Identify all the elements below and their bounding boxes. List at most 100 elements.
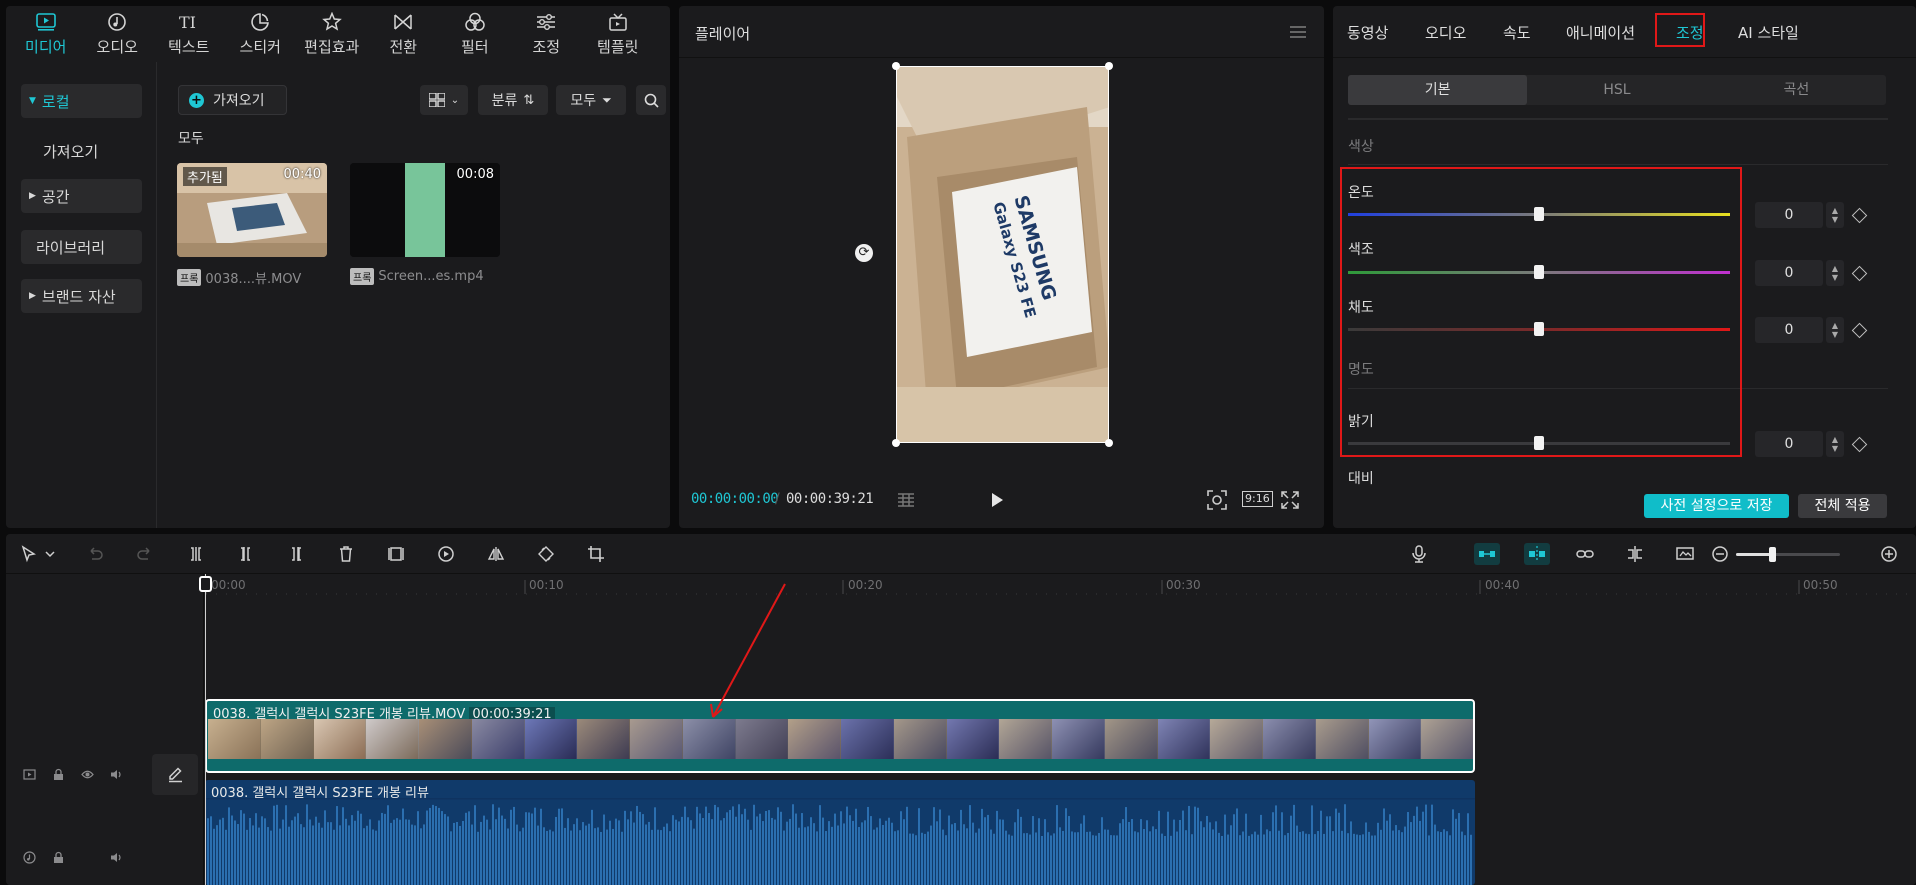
subtab-curves[interactable]: 곡선 [1707,75,1886,105]
player-viewport[interactable]: SAMSUNG Galaxy S23 FE ⟳ [679,58,1324,473]
video-frame-image: SAMSUNG Galaxy S23 FE [897,67,1108,442]
temperature-stepper[interactable]: ▲ ▼ [1826,202,1844,228]
tab-speed[interactable]: 속도 [1503,22,1531,43]
thumbnail-settings-icon[interactable] [1674,543,1696,565]
tab-audio-settings[interactable]: 오디오 [1425,22,1466,43]
redo-icon[interactable] [134,543,156,565]
menu-icon[interactable] [1290,26,1306,38]
apply-all-button[interactable]: 전체 적용 [1798,494,1887,518]
aspect-ratio-button[interactable]: 9:16 [1242,491,1273,507]
zoom-in-icon[interactable] [1878,543,1900,565]
rotate-icon[interactable]: ⟳ [855,244,873,262]
delete-icon[interactable] [335,543,357,565]
tab-audio[interactable]: 오디오 [82,6,154,62]
media-side-nav: ▼ 로컬 가져오기 ▶ 공간 라이브러리 ▶ 브랜드 자산 [6,62,157,528]
select-tool-icon[interactable] [18,543,40,565]
media-caption: 프록 Screen...es.mp4 [350,268,484,285]
mirror-icon[interactable] [485,543,507,565]
main-track-magnet-icon[interactable] [1474,543,1500,565]
media-panel: 미디어 오디오 TI 텍스트 스티커 편집효과 전환 필터 조정 템플릿 ▼ 로… [6,6,670,528]
tint-stepper[interactable]: ▲ ▼ [1826,260,1844,286]
timeline-tracks[interactable]: 00:00 00:10 00:20 00:30 00:40 00:50 0038… [199,574,1916,885]
saturation-value-input[interactable]: 0 [1755,317,1823,343]
microphone-icon[interactable] [1408,543,1430,565]
freeze-frame-icon[interactable] [385,543,407,565]
tab-template[interactable]: 템플릿 [582,6,654,62]
edit-cover-button[interactable] [152,754,198,795]
subtab-basic[interactable]: 기본 [1348,75,1528,105]
split-right-icon[interactable] [285,543,307,565]
video-preview[interactable]: SAMSUNG Galaxy S23 FE [896,66,1109,443]
keyframe-icon[interactable] [1851,207,1868,224]
nav-library[interactable]: 라이브러리 [21,230,142,264]
zoom-out-icon[interactable] [1709,543,1731,565]
tab-adjust[interactable]: 조정 [511,6,583,62]
tab-animation[interactable]: 애니메이션 [1566,22,1635,43]
fullscreen-icon[interactable] [1279,489,1301,511]
nav-import[interactable]: 가져오기 [21,134,142,168]
total-timecode: 00:00:39:21 [786,491,874,507]
chevron-down-icon[interactable] [44,543,56,565]
lock-icon[interactable] [51,850,65,864]
player-header: 플레이어 [679,6,1324,58]
temperature-value-input[interactable]: 0 [1755,202,1823,228]
resize-handle[interactable] [892,62,900,70]
media-item[interactable]: 추가됨 00:40 [177,163,327,257]
reverse-icon[interactable] [435,543,457,565]
inspector-panel: 동영상 오디오 속도 애니메이션 조정 AI 스타일 기본 HSL 곡선 색상 … [1333,6,1916,528]
list-icon[interactable] [895,489,917,511]
tab-transition[interactable]: 전환 [368,6,440,62]
filter-button[interactable]: 모두 ⏷ [556,85,626,115]
tab-text[interactable]: TI 텍스트 [153,6,225,62]
keyframe-icon[interactable] [1851,322,1868,339]
subtab-hsl[interactable]: HSL [1527,75,1706,105]
resize-handle[interactable] [1105,62,1113,70]
tab-media[interactable]: 미디어 [10,6,82,62]
view-mode-button[interactable]: ⌄ [420,85,468,115]
keyframe-icon[interactable] [1851,265,1868,282]
lock-icon[interactable] [51,767,65,781]
brightness-stepper[interactable]: ▲ ▼ [1826,431,1844,457]
crop-icon[interactable] [585,543,607,565]
divider [1348,118,1888,120]
resize-handle[interactable] [892,439,900,447]
tint-value-input[interactable]: 0 [1755,260,1823,286]
import-button[interactable]: + 가져오기 [178,85,287,115]
timecode-separator: / [775,491,780,507]
media-item[interactable]: 00:08 [350,163,500,257]
rotate-clip-icon[interactable] [535,543,557,565]
saturation-stepper[interactable]: ▲ ▼ [1826,317,1844,343]
brightness-value-input[interactable]: 0 [1755,431,1823,457]
fit-view-icon[interactable] [1206,489,1228,511]
nav-space[interactable]: ▶ 공간 [21,179,142,213]
search-icon [644,93,659,108]
zoom-slider[interactable] [1736,547,1840,562]
nav-import-label: 가져오기 [43,142,99,161]
nav-local-label: 로컬 [41,92,70,111]
tab-sticker[interactable]: 스티커 [225,6,297,62]
speaker-icon[interactable] [109,767,123,781]
nav-local[interactable]: ▼ 로컬 [21,84,142,118]
split-icon[interactable] [185,543,207,565]
play-icon[interactable] [986,489,1008,511]
link-icon[interactable] [1574,543,1596,565]
tab-effects[interactable]: 편집효과 [296,6,368,62]
split-left-icon[interactable] [235,543,257,565]
preview-axis-icon[interactable] [1624,543,1646,565]
keyframe-icon[interactable] [1851,436,1868,453]
player-title: 플레이어 [695,25,751,43]
eye-icon[interactable] [80,767,94,781]
speaker-icon[interactable] [109,850,123,864]
save-preset-button[interactable]: 사전 설정으로 저장 [1644,494,1789,518]
media-filename: Screen...es.mp4 [378,269,484,284]
nav-brand-assets[interactable]: ▶ 브랜드 자산 [21,279,142,313]
resize-handle[interactable] [1105,439,1113,447]
tab-video[interactable]: 동영상 [1347,22,1388,43]
tab-filter[interactable]: 필터 [439,6,511,62]
sort-button[interactable]: 분류 ⇅ [478,85,548,115]
search-button[interactable] [636,85,666,115]
auto-snap-icon[interactable] [1524,543,1550,565]
undo-icon[interactable] [84,543,106,565]
zoom-slider-knob[interactable] [1769,547,1776,562]
tab-ai-style[interactable]: AI 스타일 [1738,22,1799,43]
